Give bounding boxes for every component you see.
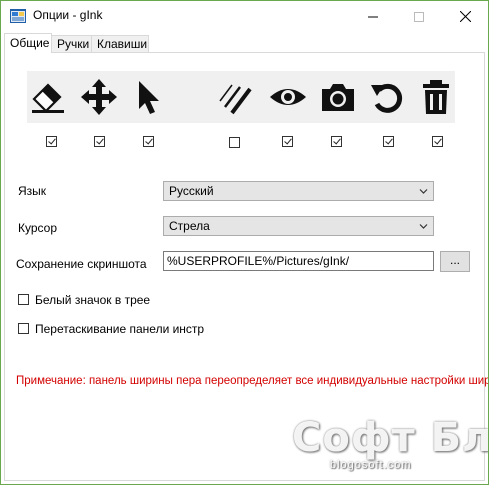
drag-toolbar-label: Перетаскивание панели инстр xyxy=(35,322,205,336)
minimize-button[interactable] xyxy=(350,1,396,32)
pointer-cursor-icon xyxy=(139,81,159,114)
language-select[interactable]: Русский xyxy=(163,181,434,201)
screenshot-path-value: %USERPROFILE%/Pictures/gInk/ xyxy=(167,254,350,268)
tool-screenshot xyxy=(318,71,358,123)
tool-pen-width xyxy=(216,71,256,123)
screenshot-enabled-checkbox[interactable] xyxy=(331,136,342,147)
screenshot-path-input[interactable]: %USERPROFILE%/Pictures/gInk/ xyxy=(163,251,434,271)
options-window: Опции - gInk Общие Ручки Клавиши Язык Ру… xyxy=(0,0,489,485)
maximize-icon xyxy=(414,11,424,22)
tab-hotkeys[interactable]: Клавиши xyxy=(91,35,149,52)
tool-undo xyxy=(368,71,408,123)
close-icon xyxy=(459,11,471,22)
tool-clear xyxy=(416,71,456,123)
watermark-logo: Софт Блог blogosoft.com xyxy=(292,409,488,484)
language-label: Язык xyxy=(18,184,47,198)
white-tray-icon-label: Белый значок в трее xyxy=(35,293,151,307)
screenshot-path-label: Сохранение скриншота xyxy=(16,257,147,271)
tab-pens[interactable]: Ручки xyxy=(51,35,92,52)
maximize-button[interactable] xyxy=(396,1,442,32)
watermark-subtitle: blogosoft.com xyxy=(330,459,412,471)
tool-visibility xyxy=(268,71,308,123)
cursor-label: Курсор xyxy=(18,221,58,235)
eye-icon xyxy=(270,89,306,105)
clear-enabled-checkbox[interactable] xyxy=(432,136,443,147)
move-arrows-icon xyxy=(81,79,117,115)
visibility-enabled-checkbox[interactable] xyxy=(282,136,293,147)
language-value: Русский xyxy=(169,184,214,198)
pen-width-icon xyxy=(219,84,252,115)
chevron-down-icon xyxy=(419,189,428,194)
eraser-enabled-checkbox[interactable] xyxy=(46,136,57,147)
tool-pointer xyxy=(129,71,169,123)
tool-move xyxy=(79,71,119,123)
eraser-icon xyxy=(32,83,64,113)
pen-width-enabled-checkbox[interactable] xyxy=(229,137,240,148)
pen-width-note: Примечание: панель ширины пера переопред… xyxy=(16,375,489,387)
trash-icon xyxy=(423,80,449,114)
undo-icon xyxy=(371,83,403,113)
browse-button[interactable]: ... xyxy=(440,251,470,272)
watermark-title: Софт Блог xyxy=(292,415,489,461)
move-enabled-checkbox[interactable] xyxy=(94,136,105,147)
cursor-value: Стрела xyxy=(169,219,210,233)
title-bar: Опции - gInk xyxy=(1,1,488,32)
undo-enabled-checkbox[interactable] xyxy=(383,136,394,147)
white-tray-icon-checkbox[interactable] xyxy=(18,294,29,305)
cursor-select[interactable]: Стрела xyxy=(163,216,434,236)
camera-icon xyxy=(322,84,354,111)
close-button[interactable] xyxy=(442,1,488,32)
chevron-down-icon xyxy=(419,224,428,229)
tool-eraser xyxy=(28,71,68,123)
minimize-icon xyxy=(368,16,378,17)
drag-toolbar-checkbox[interactable] xyxy=(18,323,29,334)
tab-general[interactable]: Общие xyxy=(4,33,52,53)
pointer-enabled-checkbox[interactable] xyxy=(143,136,154,147)
tool-icons-bar xyxy=(27,71,455,123)
app-icon xyxy=(10,9,26,23)
window-title: Опции - gInk xyxy=(33,8,103,22)
